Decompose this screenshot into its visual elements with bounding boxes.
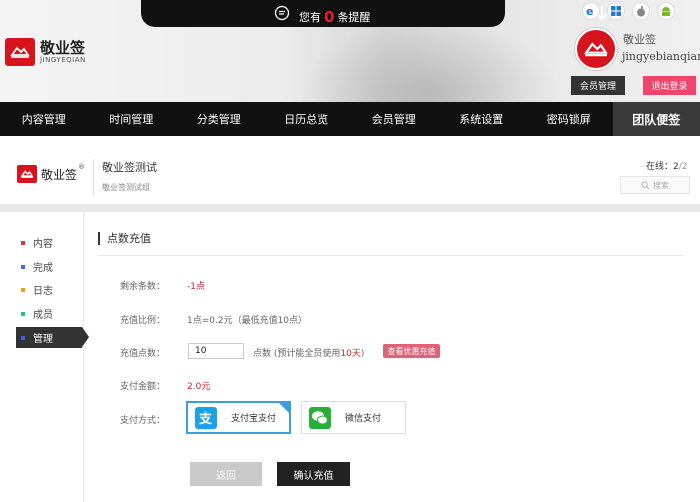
heading-bar bbox=[98, 231, 100, 245]
alipay-icon: 支 bbox=[195, 406, 217, 429]
notice-bar[interactable]: 您有 0 条提醒 bbox=[141, 0, 608, 27]
app-logo[interactable]: 敬业签 JINGYEQIAN bbox=[5, 38, 86, 66]
amount-value: 2.0元 bbox=[187, 382, 211, 392]
nav-item-lock[interactable]: 密码锁屏 bbox=[525, 102, 613, 136]
notice-count: 0 bbox=[324, 8, 335, 26]
logo-name: 敬业签 bbox=[40, 39, 86, 57]
client-download-icons: e bbox=[583, 3, 674, 19]
user-display-name: 敬业签 bbox=[623, 33, 656, 46]
wechat-icon bbox=[309, 406, 331, 429]
remaining-value: -1点 bbox=[187, 282, 205, 292]
ratio-value: 1点=0.2元（最低充值10点） bbox=[187, 316, 308, 326]
back-button[interactable]: 返回 bbox=[190, 462, 262, 486]
nav-item-calendar[interactable]: 日历总览 bbox=[263, 102, 351, 136]
search-box[interactable]: 搜索 bbox=[620, 176, 690, 194]
logo-subtitle: JINGYEQIAN bbox=[40, 56, 86, 64]
alipay-label: 支付宝支付 bbox=[231, 414, 277, 424]
online-status: 在线：2/2 bbox=[646, 162, 688, 172]
selected-check-icon bbox=[278, 402, 290, 414]
header-background bbox=[300, 20, 560, 102]
logo-mark-icon bbox=[5, 38, 35, 66]
logout-button[interactable]: 退出登录 bbox=[643, 76, 696, 95]
svg-text:支: 支 bbox=[198, 411, 213, 426]
team-title: 敬业签测试 bbox=[102, 161, 157, 174]
red-dot-icon bbox=[21, 240, 25, 245]
team-logo-icon bbox=[17, 165, 37, 183]
wechat-pay-option[interactable]: 微信支付 bbox=[301, 401, 406, 434]
section-title: 点数充值 bbox=[107, 232, 151, 245]
team-logo-name: 敬业签 bbox=[41, 167, 78, 182]
sidebar-item-content[interactable]: 内容 bbox=[16, 232, 82, 253]
nav-item-members[interactable]: 会员管理 bbox=[350, 102, 438, 136]
android-icon[interactable] bbox=[658, 3, 674, 19]
sidebar-item-done[interactable]: 完成 bbox=[16, 256, 82, 277]
main-nav: 内容管理 时间管理 分类管理 日历总览 会员管理 系统设置 密码锁屏 团队便签 bbox=[0, 102, 700, 136]
registered-mark: ® bbox=[78, 163, 86, 171]
amount-label: 支付金额： bbox=[120, 382, 166, 392]
section-separator bbox=[0, 204, 700, 212]
nav-item-content[interactable]: 内容管理 bbox=[0, 102, 88, 136]
message-icon bbox=[274, 5, 290, 21]
apple-icon[interactable] bbox=[633, 3, 649, 19]
user-account: jingyebianqian bbox=[622, 50, 700, 63]
quantity-label: 充值点数： bbox=[120, 349, 166, 359]
nav-item-settings[interactable]: 系统设置 bbox=[438, 102, 526, 136]
view-discount-button[interactable]: 查看优惠充值 bbox=[383, 344, 440, 358]
sidebar-item-log[interactable]: 日志 bbox=[16, 279, 82, 300]
nav-item-category[interactable]: 分类管理 bbox=[175, 102, 263, 136]
ratio-label: 充值比例： bbox=[120, 316, 166, 326]
divider bbox=[98, 255, 683, 256]
remaining-label: 剩余条数： bbox=[120, 282, 166, 292]
team-description: 敬业签测试组 bbox=[102, 183, 150, 192]
ie-icon[interactable]: e bbox=[583, 3, 599, 19]
avatar[interactable] bbox=[575, 28, 617, 70]
search-placeholder: 搜索 bbox=[653, 180, 669, 190]
quantity-note: 点数 (预计能全员使用10天) bbox=[253, 349, 365, 359]
svg-text:e: e bbox=[586, 5, 593, 17]
team-logo: 敬业签 ® bbox=[17, 163, 86, 183]
member-management-button[interactable]: 会员管理 bbox=[571, 76, 625, 95]
team-header: 敬业签 ® 敬业签测试 敬业签测试组 在线：2/2 搜索 bbox=[0, 145, 700, 205]
section-heading: 点数充值 bbox=[98, 231, 151, 245]
nav-item-team[interactable]: 团队便签 bbox=[612, 102, 700, 136]
divider bbox=[93, 159, 94, 195]
sidebar-item-manage[interactable]: 管理 bbox=[16, 327, 89, 348]
wechat-pay-label: 微信支付 bbox=[345, 414, 382, 424]
orange-dot-icon bbox=[21, 287, 25, 292]
quantity-input[interactable] bbox=[188, 343, 244, 359]
blue-dot-icon bbox=[21, 264, 25, 269]
nav-item-time[interactable]: 时间管理 bbox=[88, 102, 176, 136]
sidebar-item-members[interactable]: 成员 bbox=[16, 303, 82, 324]
green-dot-icon bbox=[21, 311, 25, 316]
alipay-option[interactable]: 支 支付宝支付 bbox=[186, 401, 291, 434]
search-icon bbox=[641, 180, 650, 189]
windows-icon[interactable] bbox=[608, 3, 624, 19]
payment-method-label: 支付方式： bbox=[120, 416, 166, 426]
notice-text: 您有 0 条提醒 bbox=[299, 8, 371, 26]
blue-dot-icon bbox=[21, 335, 25, 340]
app-header: 您有 0 条提醒 e 敬业签 JINGYEQIAN 敬业签 jingyebian… bbox=[0, 0, 700, 102]
confirm-recharge-button[interactable]: 确认充值 bbox=[277, 462, 350, 486]
